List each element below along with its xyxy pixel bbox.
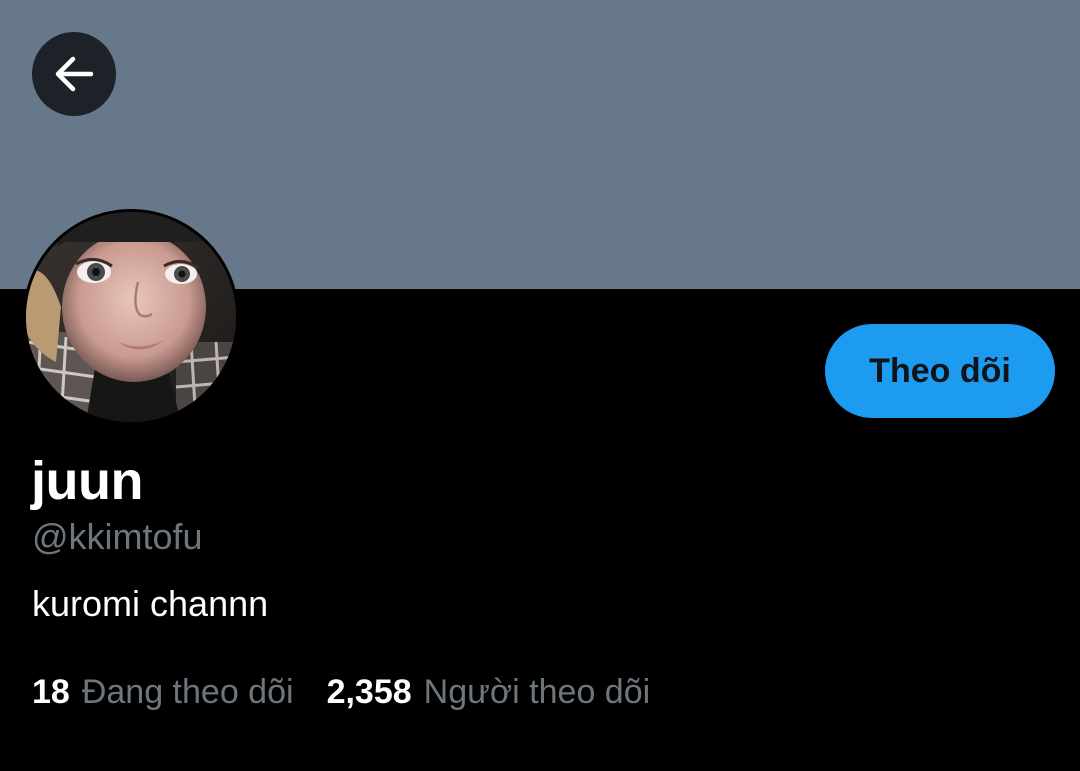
profile-page: Theo dõi juun @kkimtofu kuromi channn 18…	[0, 0, 1080, 771]
back-button[interactable]	[32, 32, 116, 116]
following-link[interactable]: 18 Đang theo dõi	[32, 670, 294, 714]
followers-count: 2,358	[326, 673, 412, 711]
arrow-left-icon	[55, 56, 94, 92]
following-label: Đang theo dõi	[81, 673, 294, 711]
profile-stats: 18 Đang theo dõi 2,358 Người theo dõi	[32, 670, 650, 714]
profile-bio: kuromi channn	[32, 583, 269, 624]
avatar[interactable]	[23, 209, 239, 425]
display-name: juun	[31, 451, 143, 511]
avatar-image	[26, 212, 236, 422]
follow-button[interactable]: Theo dõi	[825, 324, 1055, 418]
followers-label: Người theo dõi	[423, 673, 651, 711]
followers-link[interactable]: 2,358 Người theo dõi	[327, 670, 651, 714]
following-count: 18	[32, 673, 70, 711]
avatar-photo	[26, 212, 236, 422]
user-handle: @kkimtofu	[32, 516, 203, 557]
